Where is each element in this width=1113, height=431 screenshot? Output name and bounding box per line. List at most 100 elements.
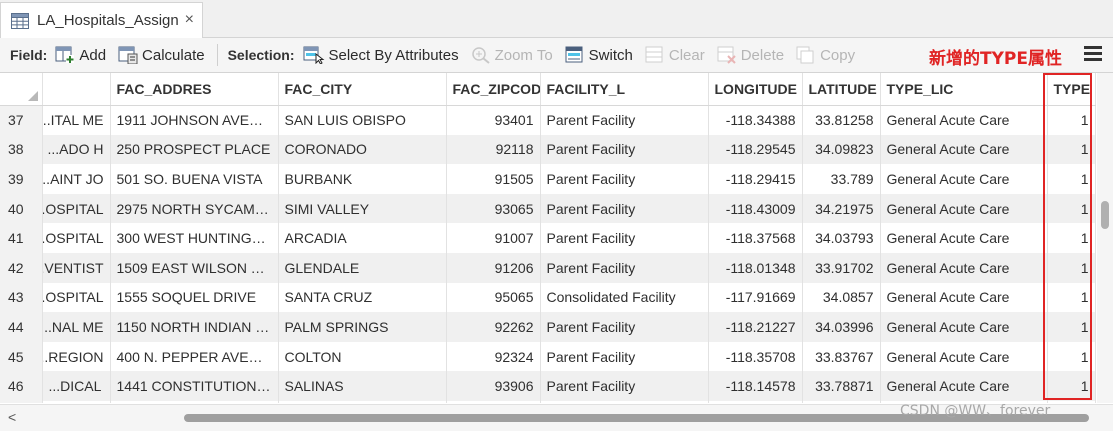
address-cell[interactable]: 1555 SOQUEL DRIVE — [110, 282, 279, 313]
table-row[interactable]: 44NAL ME...1150 NORTH INDIAN C...PALM SP… — [0, 312, 1096, 342]
zipcode-cell[interactable]: 93065 — [446, 193, 541, 224]
city-cell[interactable]: SIMI VALLEY — [278, 193, 447, 224]
longitude-cell[interactable]: -118.14578 — [708, 371, 803, 401]
type-lic-cell[interactable]: General Acute Care — [880, 252, 1048, 283]
latitude-cell[interactable]: 33.81258 — [802, 105, 881, 135]
city-cell[interactable]: ARCADIA — [278, 223, 447, 253]
facname-cell[interactable]: OSPITAL... — [42, 223, 111, 253]
latitude-cell[interactable]: 33.789 — [802, 164, 881, 194]
column-header-fac-zipcod[interactable]: FAC_ZIPCOD — [446, 73, 541, 106]
row-number[interactable]: 42 — [0, 252, 43, 283]
address-cell[interactable]: 1150 NORTH INDIAN C... — [110, 312, 279, 342]
select-by-attributes-button[interactable]: Select By Attributes — [303, 46, 459, 64]
column-header-longitude[interactable]: LONGITUDE — [708, 73, 803, 106]
zipcode-cell[interactable]: 93906 — [446, 371, 541, 401]
facname-cell[interactable]: VENTIST... — [42, 252, 111, 283]
facility-type-cell[interactable]: Consolidated Facility — [540, 282, 709, 313]
table-row[interactable]: 42VENTIST...1509 EAST WILSON TE...GLENDA… — [0, 252, 1096, 283]
longitude-cell[interactable]: -118.37568 — [708, 223, 803, 253]
zipcode-cell[interactable]: 92262 — [446, 312, 541, 342]
copy-selection-button[interactable]: Copy — [796, 46, 855, 64]
table-row[interactable]: 37ITAL ME...1911 JOHNSON AVENUESAN LUIS … — [0, 105, 1096, 135]
latitude-cell[interactable] — [802, 400, 881, 403]
type-lic-cell[interactable]: General Acute Care — [880, 341, 1048, 372]
row-number[interactable]: 43 — [0, 282, 43, 313]
latitude-cell[interactable]: 34.0857 — [802, 282, 881, 313]
row-number[interactable] — [0, 400, 43, 403]
type-lic-cell[interactable]: General Acute Care — [880, 371, 1048, 401]
latitude-cell[interactable]: 34.03996 — [802, 312, 881, 342]
facility-type-cell[interactable]: Parent Facility — [540, 341, 709, 372]
facname-cell[interactable]: NAL ME... — [42, 312, 111, 342]
row-number[interactable]: 39 — [0, 164, 43, 194]
latitude-cell[interactable]: 33.83767 — [802, 341, 881, 372]
column-header-type-lic[interactable]: TYPE_LIC — [880, 73, 1048, 106]
address-cell[interactable]: 300 WEST HUNTINGTO... — [110, 223, 279, 253]
type-lic-cell[interactable]: General Acute Care — [880, 223, 1048, 253]
facname-cell[interactable]: ITAL ME... — [42, 105, 111, 135]
clear-selection-button[interactable]: Clear — [645, 46, 705, 64]
facname-cell[interactable]: ADO H... — [42, 134, 111, 165]
type-lic-cell[interactable]: General Acute Care — [880, 134, 1048, 165]
type-lic-cell[interactable]: General Acute Care — [880, 105, 1048, 135]
facility-type-cell[interactable]: Parent Facility — [540, 134, 709, 165]
facname-cell[interactable]: REGION... — [42, 341, 111, 372]
city-cell[interactable]: CORONADO — [278, 134, 447, 165]
type-lic-cell[interactable]: General Acute Care — [880, 164, 1048, 194]
switch-selection-button[interactable]: Switch — [565, 46, 633, 64]
row-number[interactable]: 37 — [0, 105, 43, 135]
address-cell[interactable]: 1911 JOHNSON AVENUE — [110, 105, 279, 135]
facility-type-cell[interactable]: Parent Facility — [540, 312, 709, 342]
tab-la-hospitals-assign[interactable]: LA_Hospitals_Assign × — [0, 2, 203, 38]
table-row[interactable]: 40OSPITAL...2975 NORTH SYCAMO...SIMI VAL… — [0, 193, 1096, 224]
table-row[interactable]: 41OSPITAL...300 WEST HUNTINGTO...ARCADIA… — [0, 223, 1096, 253]
longitude-cell[interactable] — [708, 400, 803, 403]
address-cell[interactable]: 1441 CONSTITUTION B... — [110, 371, 279, 401]
longitude-cell[interactable]: -118.21227 — [708, 312, 803, 342]
hamburger-menu-icon[interactable] — [1084, 45, 1102, 61]
add-field-button[interactable]: Add — [55, 46, 106, 64]
zipcode-cell[interactable]: 93401 — [446, 105, 541, 135]
delete-selection-button[interactable]: Delete — [717, 46, 784, 64]
column-header-facility-l[interactable]: FACILITY_L — [540, 73, 709, 106]
zipcode-cell[interactable]: 91007 — [446, 223, 541, 253]
zipcode-cell[interactable]: 92118 — [446, 134, 541, 165]
column-header-facname[interactable] — [42, 73, 111, 106]
longitude-cell[interactable]: -118.43009 — [708, 193, 803, 224]
facname-cell[interactable]: OSPITAL... — [42, 282, 111, 313]
row-number[interactable]: 38 — [0, 134, 43, 165]
facility-type-cell[interactable]: Parent Facility — [540, 105, 709, 135]
facility-type-cell[interactable] — [540, 400, 709, 403]
address-cell[interactable]: 400 N. PEPPER AVENUE — [110, 341, 279, 372]
longitude-cell[interactable]: -117.91669 — [708, 282, 803, 313]
table-row[interactable]: 46 DICAL... 1441 CONSTITUTION B... SALINAS 9… — [0, 371, 1096, 401]
column-header-latitude[interactable]: LATITUDE — [802, 73, 881, 106]
facname-cell[interactable] — [42, 400, 111, 403]
row-number[interactable]: 46 — [0, 371, 43, 401]
vertical-scrollbar[interactable] — [1097, 73, 1113, 403]
row-number[interactable]: 41 — [0, 223, 43, 253]
zoom-to-button[interactable]: Zoom To — [471, 46, 553, 64]
zipcode-cell[interactable]: 92324 — [446, 341, 541, 372]
city-cell[interactable]: SALINAS — [278, 371, 447, 401]
type-lic-cell[interactable]: General Acute Care — [880, 282, 1048, 313]
facility-type-cell[interactable]: Parent Facility — [540, 252, 709, 283]
city-cell[interactable] — [278, 400, 447, 403]
vertical-scroll-thumb[interactable] — [1101, 201, 1109, 229]
close-icon[interactable]: × — [185, 11, 194, 29]
scroll-left-arrow-icon[interactable]: < — [8, 409, 16, 425]
column-header-fac-city[interactable]: FAC_CITY — [278, 73, 447, 106]
row-number[interactable]: 40 — [0, 193, 43, 224]
city-cell[interactable]: COLTON — [278, 341, 447, 372]
table-row[interactable]: 45REGION...400 N. PEPPER AVENUECOLTON923… — [0, 341, 1096, 372]
facility-type-cell[interactable]: Parent Facility — [540, 164, 709, 194]
latitude-cell[interactable]: 33.78871 — [802, 371, 881, 401]
facname-cell[interactable]: DICAL... — [42, 371, 111, 401]
facname-cell[interactable]: OSPITAL... — [42, 193, 111, 224]
row-number[interactable]: 45 — [0, 341, 43, 372]
select-all-corner[interactable] — [0, 73, 43, 106]
facility-type-cell[interactable]: Parent Facility — [540, 223, 709, 253]
latitude-cell[interactable]: 34.03793 — [802, 223, 881, 253]
facility-type-cell[interactable]: Parent Facility — [540, 371, 709, 401]
longitude-cell[interactable]: -118.35708 — [708, 341, 803, 372]
